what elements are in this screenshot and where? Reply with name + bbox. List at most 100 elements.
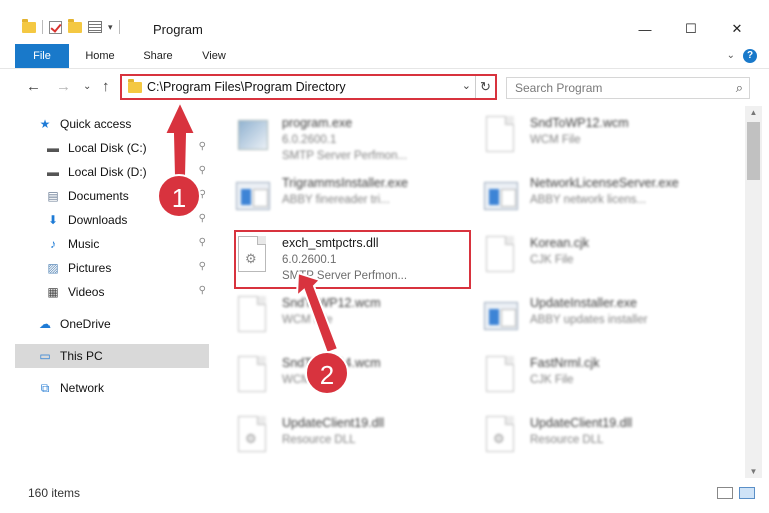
application-file-icon xyxy=(236,174,270,214)
sidebar-item-videos[interactable]: ▦ Videos ⚲ xyxy=(45,280,209,304)
videos-icon: ▦ xyxy=(47,285,59,299)
sidebar-item-this-pc[interactable]: ▭ This PC xyxy=(15,344,209,368)
folder-icon xyxy=(128,79,142,93)
forward-arrow-icon[interactable]: → xyxy=(56,78,71,95)
file-item[interactable]: program.exe 6.0.2600.1 SMTP Server Perfm… xyxy=(212,110,452,170)
file-type: CJK File xyxy=(530,254,574,266)
search-placeholder[interactable]: Search Program xyxy=(515,81,602,95)
sidebar-item-onedrive[interactable]: ☁ OneDrive xyxy=(37,312,209,336)
vertical-scrollbar[interactable]: ▲ ▼ xyxy=(745,106,762,478)
network-icon: ⧉ xyxy=(40,380,50,395)
cloud-icon: ☁ xyxy=(39,317,51,331)
file-item[interactable]: Korean.cjk CJK File xyxy=(460,230,700,290)
file-name: UpdateInstaller.exe xyxy=(530,296,638,310)
pin-icon[interactable]: ⚲ xyxy=(199,285,206,296)
file-name: UpdateClient19.dll xyxy=(530,416,633,430)
file-name: SndToWP12.wcm xyxy=(282,296,381,310)
annotation-badge-2: 2 xyxy=(305,351,349,395)
downloads-icon: ⬇ xyxy=(47,213,59,227)
back-arrow-icon[interactable]: ← xyxy=(26,78,41,95)
document-file-icon xyxy=(484,234,516,274)
file-name: SndToWP12.wcm xyxy=(530,116,629,130)
star-icon: ★ xyxy=(39,117,51,131)
sidebar-item-label: Documents xyxy=(68,189,129,203)
sidebar-item-label: Network xyxy=(60,381,105,395)
folder-icon[interactable] xyxy=(22,18,36,33)
annotation-badge-1: 1 xyxy=(157,174,201,218)
tab-share[interactable]: Share xyxy=(136,44,180,68)
navigation-pane: ★ Quick access ▬ Local Disk (C:) ⚲ ▬ Loc… xyxy=(15,108,209,468)
sidebar-item-pictures[interactable]: ▨ Pictures ⚲ xyxy=(45,256,209,280)
pin-icon[interactable]: ⚲ xyxy=(199,165,206,176)
ribbon-tabs: File Home Share View ⌄ ? xyxy=(0,44,769,68)
file-name: FastNrml.cjk xyxy=(530,356,600,370)
computer-icon: ▭ xyxy=(39,349,51,363)
document-file-icon xyxy=(236,294,268,334)
sidebar-item-music[interactable]: ♪ Music ⚲ xyxy=(45,232,209,256)
file-version: 6.0.2600.1 xyxy=(282,134,337,146)
sidebar-item-local-disk-c[interactable]: ▬ Local Disk (C:) ⚲ xyxy=(45,136,209,160)
documents-icon: ▤ xyxy=(47,189,59,203)
document-file-icon xyxy=(236,354,268,394)
sidebar-item-label: Downloads xyxy=(68,213,128,227)
scroll-thumb[interactable] xyxy=(747,122,760,180)
expand-ribbon-chevron-icon[interactable]: ⌄ xyxy=(727,50,735,61)
customize-toolbar-chevron-icon[interactable]: ▾ xyxy=(108,22,113,33)
help-icon[interactable]: ? xyxy=(743,49,757,63)
file-item[interactable]: ⚙ UpdateClient19.dll Resource DLL xyxy=(212,410,452,468)
file-description: ABBY network licens... xyxy=(530,194,647,206)
details-view-icon[interactable] xyxy=(717,487,733,499)
sidebar-item-label: Local Disk (C:) xyxy=(68,141,147,155)
sidebar-item-network[interactable]: ⧉ Network xyxy=(37,376,209,400)
file-type: Resource DLL xyxy=(530,434,604,446)
file-item[interactable]: FastNrml.cjk CJK File xyxy=(460,350,700,410)
tab-file[interactable]: File xyxy=(15,44,69,68)
file-description: SMTP Server Perfmon... xyxy=(282,150,408,162)
pin-icon[interactable]: ⚲ xyxy=(199,261,206,272)
quick-access-toolbar: ▾ xyxy=(22,18,120,34)
item-count: 160 items xyxy=(28,486,81,500)
search-box[interactable]: Search Program ⌕ xyxy=(506,77,750,99)
file-name: TrigrammsInstaller.exe xyxy=(282,176,408,190)
highlight-box xyxy=(234,230,471,289)
file-item[interactable]: ⚙ UpdateClient19.dll Resource DLL xyxy=(460,410,700,468)
file-item[interactable]: SndToWP12.wcm WCM File xyxy=(460,110,700,170)
file-item[interactable]: UpdateInstaller.exe ABBY updates install… xyxy=(460,290,700,350)
file-item[interactable]: TrigrammsInstaller.exe ABBY finereader t… xyxy=(212,170,452,230)
properties-icon[interactable] xyxy=(88,21,102,33)
navigation-bar: ← → ⌄ ↑ C:\Program Files\Program Directo… xyxy=(0,68,769,104)
scroll-up-icon[interactable]: ▲ xyxy=(745,108,762,117)
sidebar-item-label: Quick access xyxy=(60,117,132,131)
pin-icon[interactable]: ⚲ xyxy=(199,213,206,224)
up-arrow-icon[interactable]: ↑ xyxy=(102,78,110,95)
new-folder-icon[interactable] xyxy=(68,18,82,33)
address-dropdown-chevron-icon[interactable]: ⌄ xyxy=(462,79,471,92)
maximize-button[interactable]: ☐ xyxy=(668,14,714,44)
address-path[interactable]: C:\Program Files\Program Directory xyxy=(147,80,346,94)
pin-icon[interactable]: ⚲ xyxy=(199,237,206,248)
file-item[interactable]: NetworkLicenseServer.exe ABBY network li… xyxy=(460,170,700,230)
file-name: NetworkLicenseServer.exe xyxy=(530,176,679,190)
recent-locations-chevron-icon[interactable]: ⌄ xyxy=(83,81,91,92)
refresh-icon[interactable]: ↻ xyxy=(475,76,495,98)
properties-check-icon[interactable] xyxy=(49,20,62,34)
sidebar-item-quick-access[interactable]: ★ Quick access xyxy=(37,112,209,136)
large-icons-view-icon[interactable] xyxy=(739,487,755,499)
file-item[interactable]: SndToWP12.wcm WCM File xyxy=(212,290,452,350)
close-button[interactable]: ✕ xyxy=(714,14,760,44)
tab-home[interactable]: Home xyxy=(78,44,122,68)
minimize-icon: — xyxy=(638,21,652,37)
address-bar[interactable]: C:\Program Files\Program Directory ⌄ ↻ xyxy=(120,74,497,100)
sidebar-item-label: Pictures xyxy=(68,261,112,275)
scroll-down-icon[interactable]: ▼ xyxy=(745,467,762,476)
drive-icon: ▬ xyxy=(47,165,59,179)
file-type: WCM File xyxy=(282,314,333,326)
tab-view[interactable]: View xyxy=(194,44,234,68)
pin-icon[interactable]: ⚲ xyxy=(199,141,206,152)
document-file-icon xyxy=(484,354,516,394)
window-title: Program xyxy=(153,22,203,37)
file-name: program.exe xyxy=(282,116,353,130)
search-icon[interactable]: ⌕ xyxy=(736,80,743,96)
close-icon: ✕ xyxy=(731,21,743,36)
minimize-button[interactable]: — xyxy=(622,14,668,44)
